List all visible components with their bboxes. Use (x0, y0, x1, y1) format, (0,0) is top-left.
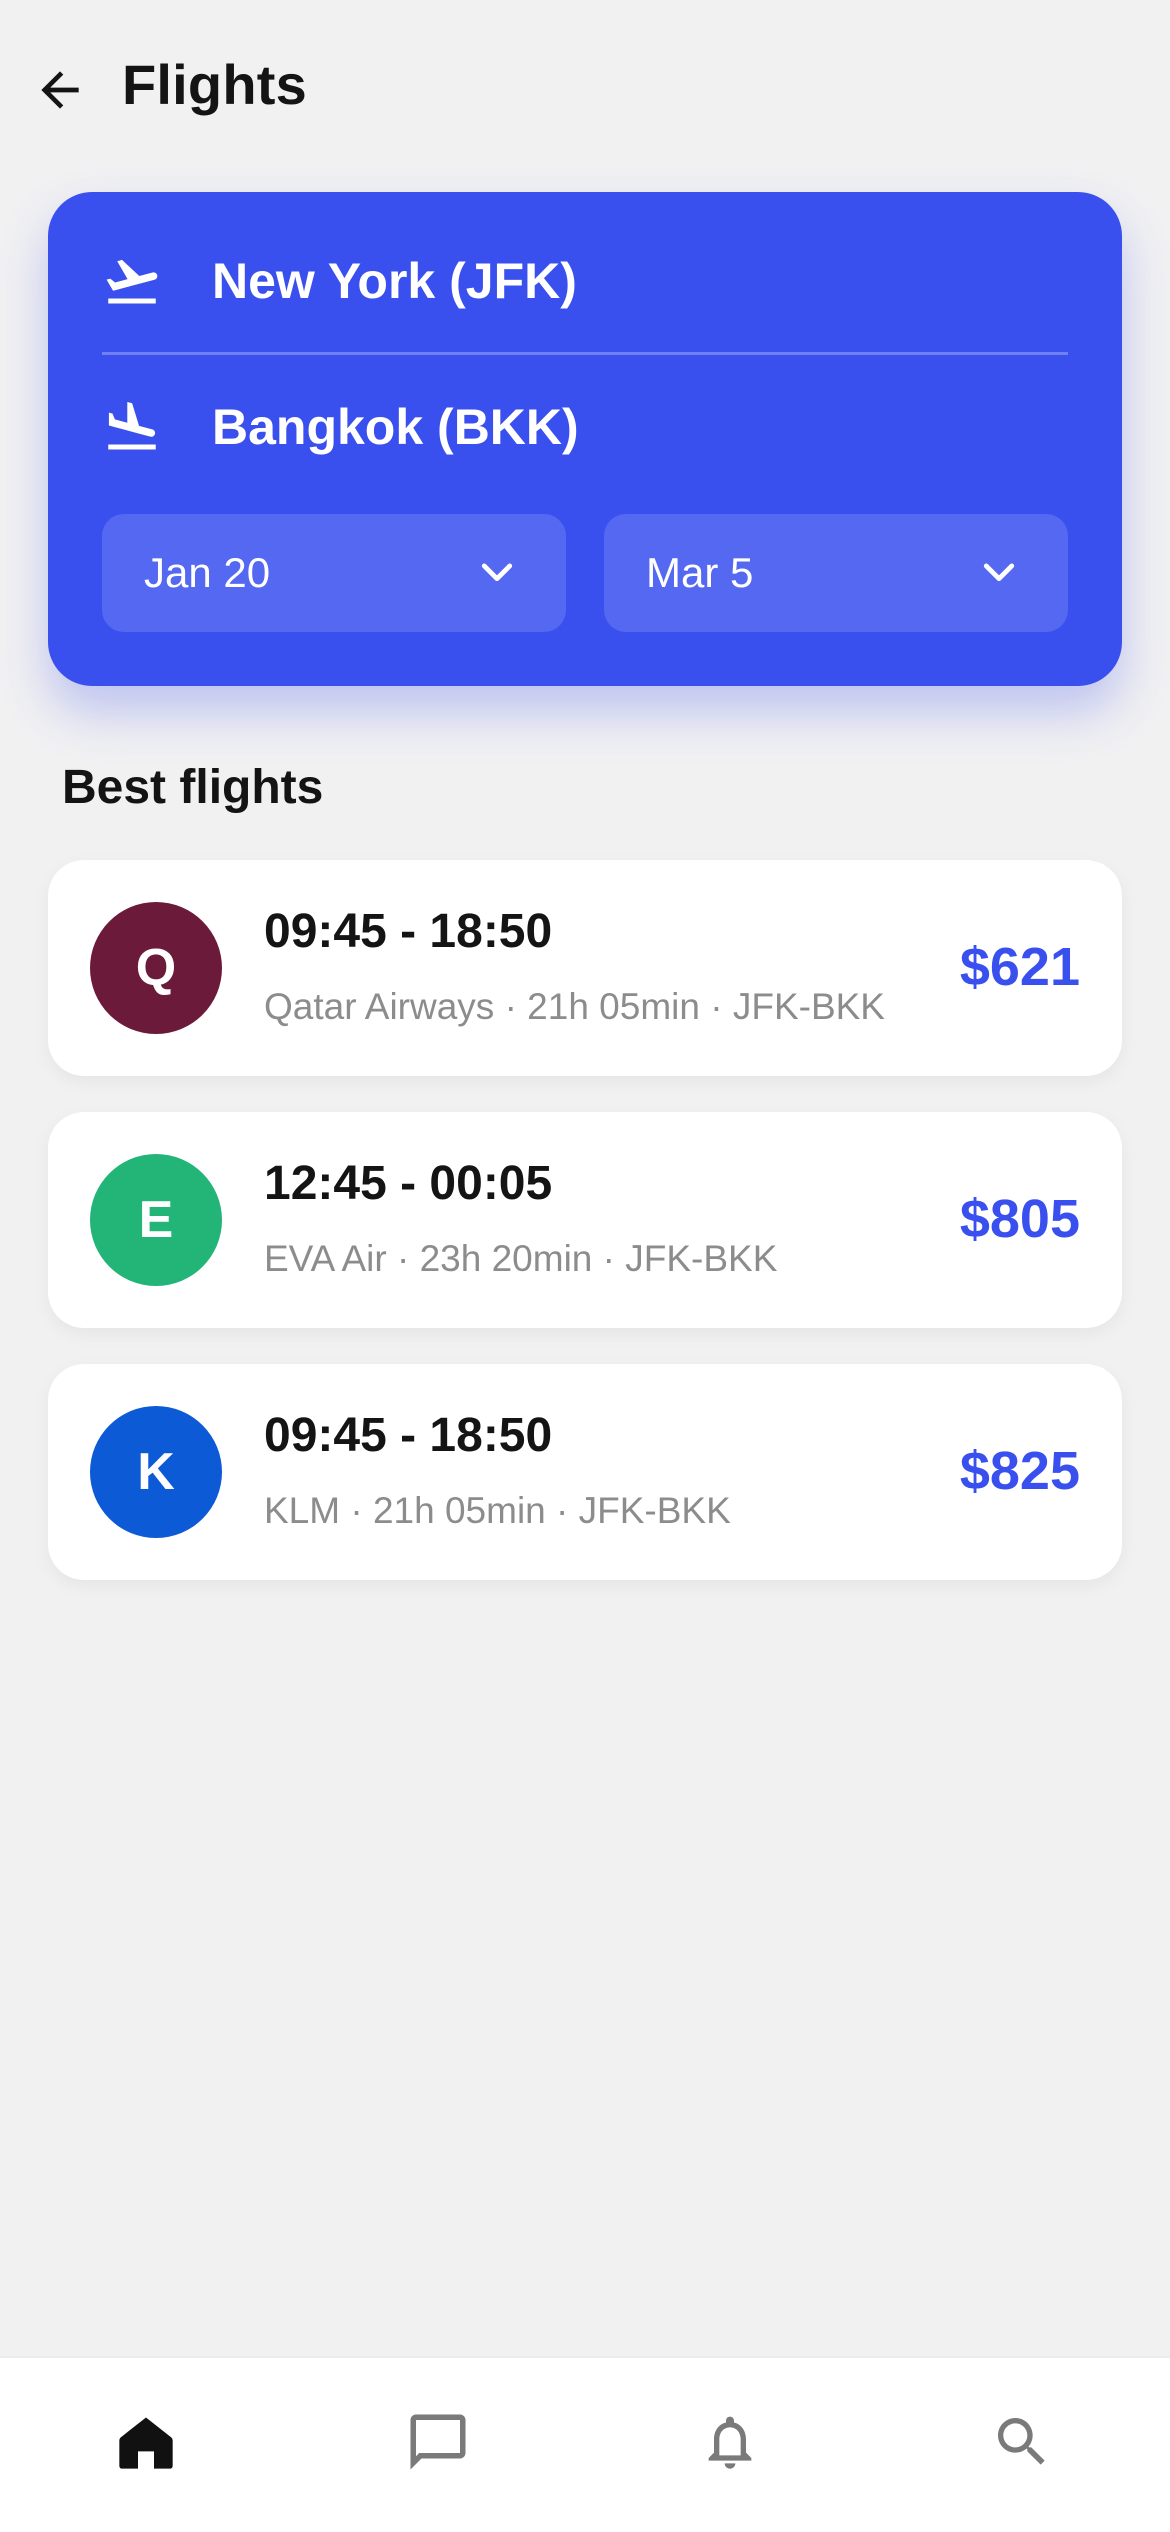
flight-price: $805 (959, 1189, 1080, 1249)
origin-field[interactable]: New York (JFK) (102, 226, 1068, 336)
flight-search-card: New York (JFK) Bangkok (BKK) Jan 20 Mar … (48, 192, 1122, 686)
depart-date-label: Jan 20 (144, 549, 271, 596)
flight-meta: Qatar Airways · 21h 05min · JFK-BKK (264, 986, 885, 1027)
origin-label: New York (JFK) (212, 253, 577, 309)
flight-meta: KLM · 21h 05min · JFK-BKK (264, 1490, 731, 1531)
flights-screen: Flights New York (JFK) Bangkok (BKK) Jan… (0, 0, 1170, 2532)
chat-icon (410, 2414, 466, 2470)
flight-land-icon (102, 397, 162, 457)
destination-field[interactable]: Bangkok (BKK) (102, 372, 1068, 482)
flight-price: $825 (959, 1441, 1080, 1501)
depart-date-select[interactable]: Jan 20 (102, 514, 566, 632)
airline-logo: K (90, 1406, 222, 1538)
home-icon (119, 2417, 173, 2469)
nav-home[interactable] (106, 2402, 186, 2482)
flight-meta: EVA Air · 23h 20min · JFK-BKK (264, 1238, 778, 1279)
chevron-down-icon (983, 563, 1015, 582)
bottom-nav (0, 2356, 1170, 2532)
nav-messages[interactable] (398, 2402, 478, 2482)
section-title: Best flights (62, 761, 324, 814)
route-divider (102, 352, 1068, 355)
flight-card[interactable]: E 12:45 - 00:05 EVA Air · 23h 20min · JF… (48, 1112, 1122, 1328)
flight-price: $621 (959, 937, 1080, 997)
airline-logo: Q (90, 902, 222, 1034)
nav-search[interactable] (982, 2402, 1062, 2482)
search-icon (998, 2418, 1045, 2465)
chevron-down-icon (481, 563, 513, 582)
bell-icon (708, 2416, 752, 2469)
return-date-label: Mar 5 (646, 549, 754, 596)
flight-times: 12:45 - 00:05 (264, 1157, 553, 1210)
arrow-left-icon (41, 71, 79, 109)
page-title: Flights (122, 53, 307, 116)
flight-times: 09:45 - 18:50 (264, 905, 553, 958)
flight-card[interactable]: K 09:45 - 18:50 KLM · 21h 05min · JFK-BK… (48, 1364, 1122, 1580)
destination-label: Bangkok (BKK) (212, 399, 579, 455)
flight-times: 09:45 - 18:50 (264, 1409, 553, 1462)
header: Flights (0, 40, 1170, 130)
back-button[interactable] (28, 58, 92, 122)
flight-takeoff-icon (102, 251, 162, 311)
airline-logo: E (90, 1154, 222, 1286)
flight-card[interactable]: Q 09:45 - 18:50 Qatar Airways · 21h 05mi… (48, 860, 1122, 1076)
return-date-select[interactable]: Mar 5 (604, 514, 1068, 632)
nav-notifications[interactable] (690, 2402, 770, 2482)
